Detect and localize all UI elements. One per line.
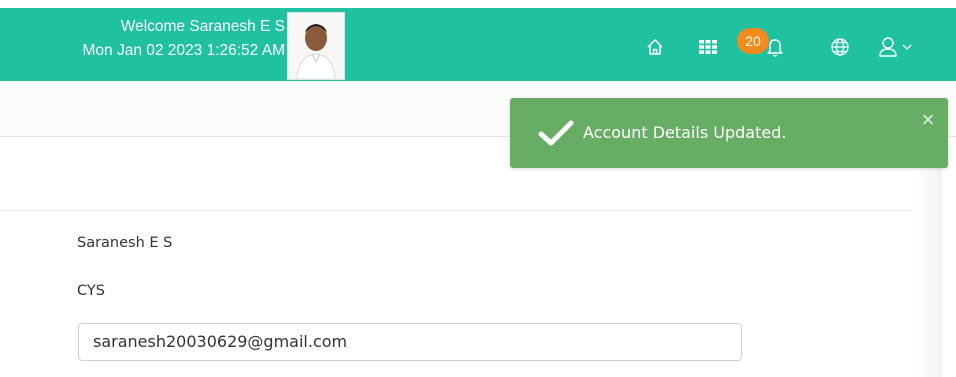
notification-badge[interactable]: 20 [737,28,769,54]
current-datetime: Mon Jan 02 2023 1:26:52 AM [82,42,285,59]
email-field[interactable]: saranesh20030629@gmail.com [78,323,742,361]
check-icon [538,120,574,146]
page: Welcome Saranesh E S Mon Jan 02 2023 1:2… [0,0,956,377]
globe-icon[interactable] [829,36,851,58]
apps-grid-icon[interactable] [697,36,719,58]
profile-name: Saranesh E S [77,235,173,251]
home-icon[interactable] [644,36,666,58]
profile-department: CYS [77,283,105,299]
success-toast: Account Details Updated. × [510,98,948,168]
toast-message: Account Details Updated. [583,123,787,142]
user-icon [882,37,894,49]
user-menu[interactable] [878,36,918,58]
close-icon[interactable]: × [918,109,938,131]
welcome-text: Welcome Saranesh E S [120,18,285,35]
panel-edge [912,136,942,377]
user-avatar[interactable] [287,12,345,80]
chevron-down-icon [902,44,912,50]
section-divider [0,210,912,211]
avatar-photo [288,13,344,79]
top-edge [0,0,956,8]
welcome-block: Welcome Saranesh E S Mon Jan 02 2023 1:2… [82,15,285,63]
